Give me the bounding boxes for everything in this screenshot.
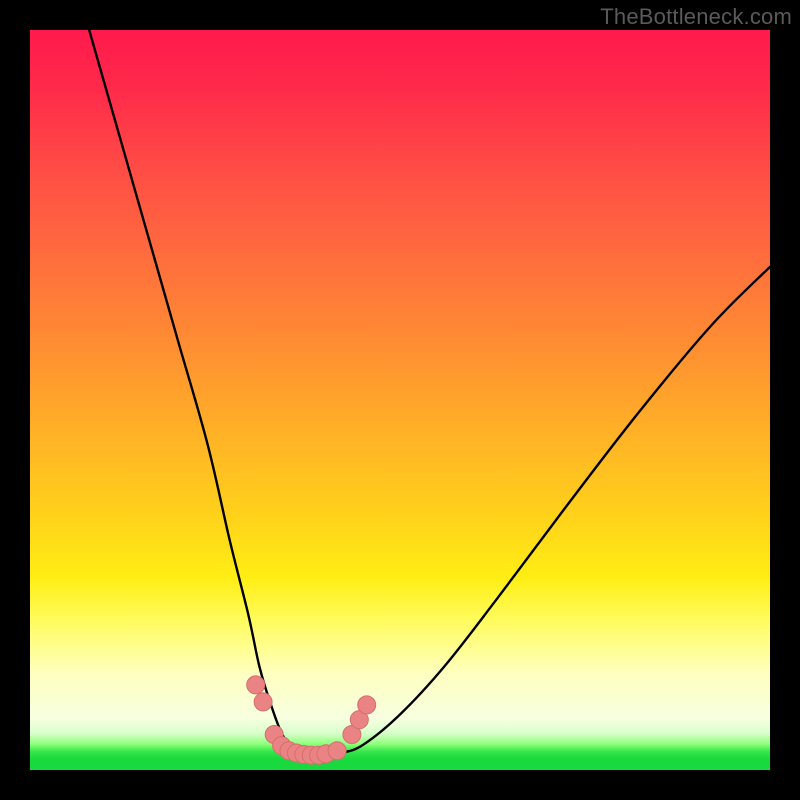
bottleneck-curve-path xyxy=(89,30,770,755)
curve-marker xyxy=(358,696,376,714)
curve-marker xyxy=(328,742,346,760)
chart-frame: TheBottleneck.com xyxy=(0,0,800,800)
bottleneck-curve-svg xyxy=(30,30,770,770)
curve-marker xyxy=(247,676,265,694)
watermark-text: TheBottleneck.com xyxy=(600,4,792,30)
curve-marker xyxy=(254,693,272,711)
chart-plot-area xyxy=(30,30,770,770)
